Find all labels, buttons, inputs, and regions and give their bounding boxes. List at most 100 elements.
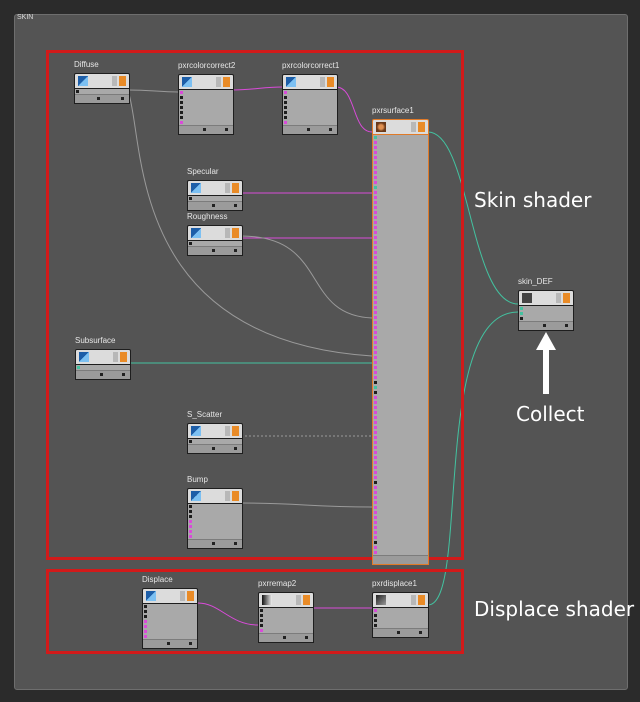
node-title: pxrdisplace1 <box>372 579 417 588</box>
node-body <box>142 604 198 649</box>
flag-icon[interactable] <box>232 491 239 501</box>
toggle-icon[interactable] <box>225 228 230 238</box>
node-header[interactable] <box>372 119 429 135</box>
node-footer <box>188 444 242 453</box>
node-bump[interactable]: Bump <box>187 475 243 549</box>
node-displace[interactable]: Displace <box>142 575 198 649</box>
node-footer <box>179 125 233 134</box>
collect-label: Collect <box>516 402 585 426</box>
node-roughness[interactable]: Roughness <box>187 212 243 256</box>
node-pxrcolorcorrect2[interactable]: pxrcolorcorrect2 <box>178 61 235 135</box>
node-diffuse[interactable]: Diffuse <box>74 60 130 104</box>
texture-icon <box>191 228 201 238</box>
node-body <box>372 608 429 638</box>
node-header[interactable] <box>372 592 429 608</box>
node-pxrremap2[interactable]: pxrremap2 <box>258 579 314 643</box>
texture-icon <box>191 491 201 501</box>
node-header[interactable] <box>142 588 198 604</box>
toggle-icon[interactable] <box>225 491 230 501</box>
node-skin-def[interactable]: skin_DEF <box>518 277 574 331</box>
node-body <box>178 90 234 135</box>
node-pxrsurface1[interactable]: pxrsurface1 <box>372 106 429 565</box>
node-body <box>74 89 130 104</box>
toggle-icon[interactable] <box>556 293 561 303</box>
node-title: pxrsurface1 <box>372 106 414 115</box>
toggle-icon[interactable] <box>112 76 117 86</box>
toggle-icon[interactable] <box>225 183 230 193</box>
node-title: S_Scatter <box>187 410 223 419</box>
flag-icon[interactable] <box>418 122 425 132</box>
toggle-icon[interactable] <box>411 595 416 605</box>
flag-icon[interactable] <box>303 595 310 605</box>
node-header[interactable] <box>187 180 243 196</box>
texture-icon <box>182 77 192 87</box>
node-body <box>187 504 243 549</box>
toggle-icon[interactable] <box>113 352 118 362</box>
node-header[interactable] <box>187 423 243 439</box>
toggle-icon[interactable] <box>296 595 301 605</box>
node-footer <box>188 246 242 255</box>
shader-ball-icon <box>376 122 386 132</box>
remap-icon <box>262 595 272 605</box>
node-subsurface[interactable]: Subsurface <box>75 336 131 380</box>
node-footer <box>188 539 242 548</box>
node-s-scatter[interactable]: S_Scatter <box>187 410 243 454</box>
toggle-icon[interactable] <box>180 591 185 601</box>
node-footer <box>373 628 428 637</box>
flag-icon[interactable] <box>563 293 570 303</box>
node-specular[interactable]: Specular <box>187 167 243 211</box>
node-header[interactable] <box>282 74 338 90</box>
node-title: Roughness <box>187 212 228 221</box>
flag-icon[interactable] <box>232 228 239 238</box>
toggle-icon[interactable] <box>320 77 325 87</box>
toggle-icon[interactable] <box>411 122 416 132</box>
node-body <box>75 365 131 380</box>
flag-icon[interactable] <box>119 76 126 86</box>
node-header[interactable] <box>178 74 234 90</box>
flag-icon[interactable] <box>327 77 334 87</box>
node-body <box>518 306 574 331</box>
node-header[interactable] <box>187 225 243 241</box>
flag-icon[interactable] <box>187 591 194 601</box>
node-header[interactable] <box>75 349 131 365</box>
node-footer <box>283 125 337 134</box>
node-header[interactable] <box>518 290 574 306</box>
node-title: skin_DEF <box>518 277 553 286</box>
node-title: Diffuse <box>74 60 99 69</box>
displace-icon <box>376 595 386 605</box>
texture-icon <box>79 352 89 362</box>
flag-icon[interactable] <box>232 183 239 193</box>
toggle-icon[interactable] <box>225 426 230 436</box>
node-footer <box>76 370 130 379</box>
node-footer <box>143 639 197 648</box>
flag-icon[interactable] <box>232 426 239 436</box>
node-footer <box>373 555 428 564</box>
toggle-icon[interactable] <box>216 77 221 87</box>
node-title: Specular <box>187 167 219 176</box>
node-footer <box>519 321 573 330</box>
flag-icon[interactable] <box>418 595 425 605</box>
texture-icon <box>191 426 201 436</box>
skin-shader-label: Skin shader <box>474 188 592 212</box>
node-header[interactable] <box>74 73 130 89</box>
node-pxrcolorcorrect1[interactable]: pxrcolorcorrect1 <box>282 61 339 135</box>
node-body <box>258 608 314 643</box>
node-title: pxrcolorcorrect2 <box>178 61 236 70</box>
displace-shader-label: Displace shader <box>474 597 635 621</box>
node-title: pxrcolorcorrect1 <box>282 61 340 70</box>
node-pxrdisplace1[interactable]: pxrdisplace1 <box>372 579 429 638</box>
node-header[interactable] <box>187 488 243 504</box>
collect-icon <box>522 293 532 303</box>
node-body <box>187 241 243 256</box>
node-title: Bump <box>187 475 208 484</box>
node-body <box>187 196 243 211</box>
flag-icon[interactable] <box>223 77 230 87</box>
node-footer <box>259 633 313 642</box>
node-header[interactable] <box>258 592 314 608</box>
flag-icon[interactable] <box>120 352 127 362</box>
node-title: pxrremap2 <box>258 579 297 588</box>
up-arrow-icon <box>536 332 556 394</box>
texture-icon <box>286 77 296 87</box>
node-body <box>282 90 338 135</box>
node-footer <box>188 201 242 210</box>
